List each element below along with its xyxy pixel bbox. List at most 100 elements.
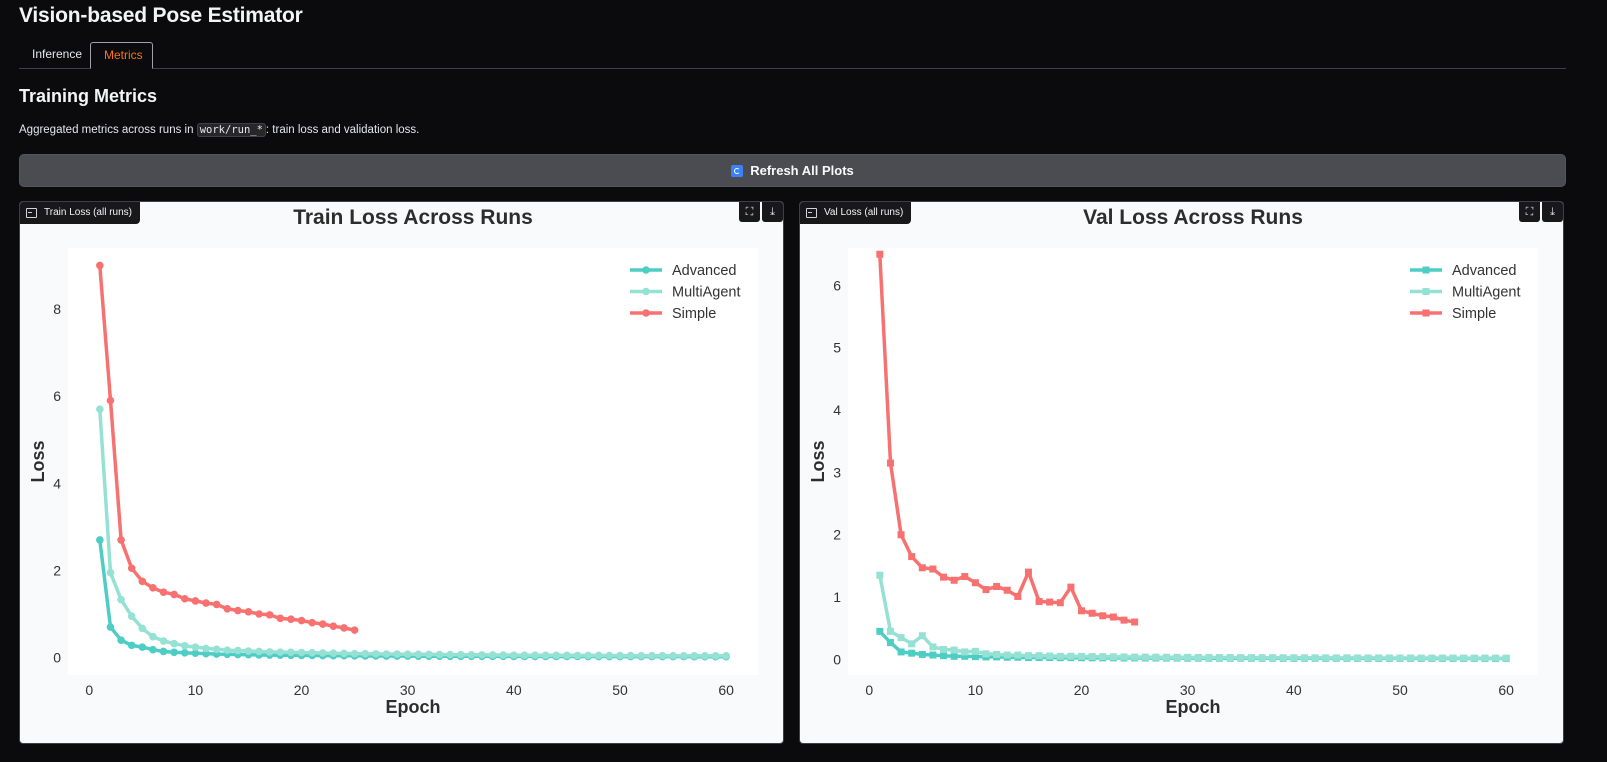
data-point — [531, 651, 539, 660]
data-point — [648, 651, 656, 660]
data-point — [106, 568, 115, 577]
data-point — [308, 648, 316, 657]
data-point — [159, 647, 168, 656]
data-point — [552, 651, 561, 660]
legend-label: MultiAgent — [1452, 285, 1521, 301]
data-point — [1481, 654, 1489, 662]
data-point — [573, 651, 582, 660]
data-point — [1152, 653, 1160, 661]
data-point — [96, 261, 104, 270]
data-point — [950, 652, 958, 660]
data-point — [117, 636, 125, 644]
x-tick-label: 30 — [1180, 682, 1196, 698]
data-point — [563, 651, 571, 660]
data-point — [886, 627, 894, 635]
data-point — [1088, 653, 1096, 661]
data-point — [711, 651, 720, 660]
data-point — [1311, 654, 1319, 662]
data-point — [265, 611, 274, 619]
y-tick-label: 2 — [833, 527, 841, 543]
data-point — [982, 650, 990, 658]
x-tick-label: 30 — [400, 682, 416, 698]
download-icon[interactable]: ⤓ — [762, 202, 783, 222]
data-point — [1173, 653, 1181, 661]
x-tick-label: 50 — [612, 682, 628, 698]
data-point — [690, 651, 699, 660]
data-point — [265, 648, 274, 656]
data-point — [510, 651, 518, 659]
plot-label: Val Loss (all runs) — [800, 202, 912, 224]
data-point — [382, 650, 391, 658]
refresh-button-label: Refresh All Plots — [750, 163, 854, 178]
data-point — [1290, 654, 1298, 662]
data-point — [212, 600, 221, 609]
data-point — [669, 651, 677, 660]
y-tick-label: 8 — [53, 301, 61, 317]
download-icon[interactable]: ⤓ — [1542, 202, 1563, 222]
data-point — [1024, 568, 1032, 576]
tab-metrics[interactable]: Metrics — [90, 42, 153, 69]
data-point — [908, 553, 916, 561]
x-tick-label: 60 — [718, 682, 734, 698]
data-point — [329, 622, 338, 630]
chart-title: Train Loss Across Runs — [293, 206, 533, 229]
desc-text-before: Aggregated metrics across runs in — [19, 124, 197, 136]
data-point — [1396, 654, 1404, 662]
data-point — [1226, 654, 1234, 662]
y-axis-label: Loss — [28, 440, 48, 482]
data-point — [297, 616, 306, 625]
x-tick-label: 40 — [506, 682, 522, 698]
data-point — [1131, 618, 1139, 626]
data-point — [876, 250, 884, 258]
data-point — [541, 651, 550, 660]
data-point — [1099, 653, 1107, 661]
desc-code: work/run_* — [196, 123, 266, 137]
data-point — [138, 577, 147, 586]
data-point — [1014, 651, 1022, 659]
data-point — [223, 646, 232, 654]
x-tick-label: 20 — [1074, 682, 1090, 698]
data-point — [1131, 653, 1139, 661]
data-point — [1205, 653, 1213, 661]
data-point — [1014, 592, 1022, 600]
data-point — [1460, 654, 1468, 662]
data-point — [1194, 653, 1202, 661]
data-point — [456, 650, 465, 659]
data-point — [1109, 653, 1117, 661]
fullscreen-icon[interactable]: ⛶ — [739, 202, 760, 222]
data-point — [1343, 654, 1351, 662]
y-tick-label: 6 — [53, 388, 61, 404]
x-tick-label: 60 — [1498, 682, 1514, 698]
data-point — [255, 610, 263, 618]
data-point — [403, 650, 412, 658]
fullscreen-icon[interactable]: ⛶ — [1519, 202, 1540, 222]
data-point — [1407, 654, 1415, 662]
section-title: Training Metrics — [19, 86, 158, 106]
refresh-all-plots-button[interactable]: Refresh All Plots — [19, 154, 1566, 187]
data-point — [1237, 654, 1245, 662]
val-loss-chart: Val Loss Across Runs 0 10 20 30 40 50 60 0 1 2 3 4 5 6… — [808, 206, 1538, 717]
data-point — [1470, 654, 1478, 662]
data-point — [170, 648, 178, 657]
plot-actions: ⛶ ⤓ — [737, 202, 783, 224]
data-point — [961, 648, 969, 656]
data-point — [1078, 652, 1086, 660]
data-point — [886, 639, 894, 647]
plot-label-text: Val Loss (all runs) — [824, 207, 904, 218]
data-point — [1438, 654, 1446, 662]
y-tick-label: 5 — [833, 340, 841, 356]
data-point — [1099, 612, 1107, 620]
data-point — [435, 650, 444, 659]
data-point — [940, 573, 948, 581]
data-point — [117, 595, 125, 604]
legend-label: Advanced — [1452, 263, 1517, 279]
data-point — [1322, 654, 1330, 662]
tab-inference[interactable]: Inference — [19, 42, 89, 68]
data-point — [234, 646, 242, 655]
data-point — [1056, 652, 1064, 660]
data-point — [722, 652, 730, 660]
data-point — [982, 586, 990, 594]
data-point — [297, 648, 306, 657]
legend-label: Advanced — [672, 263, 737, 279]
data-point — [876, 627, 884, 635]
